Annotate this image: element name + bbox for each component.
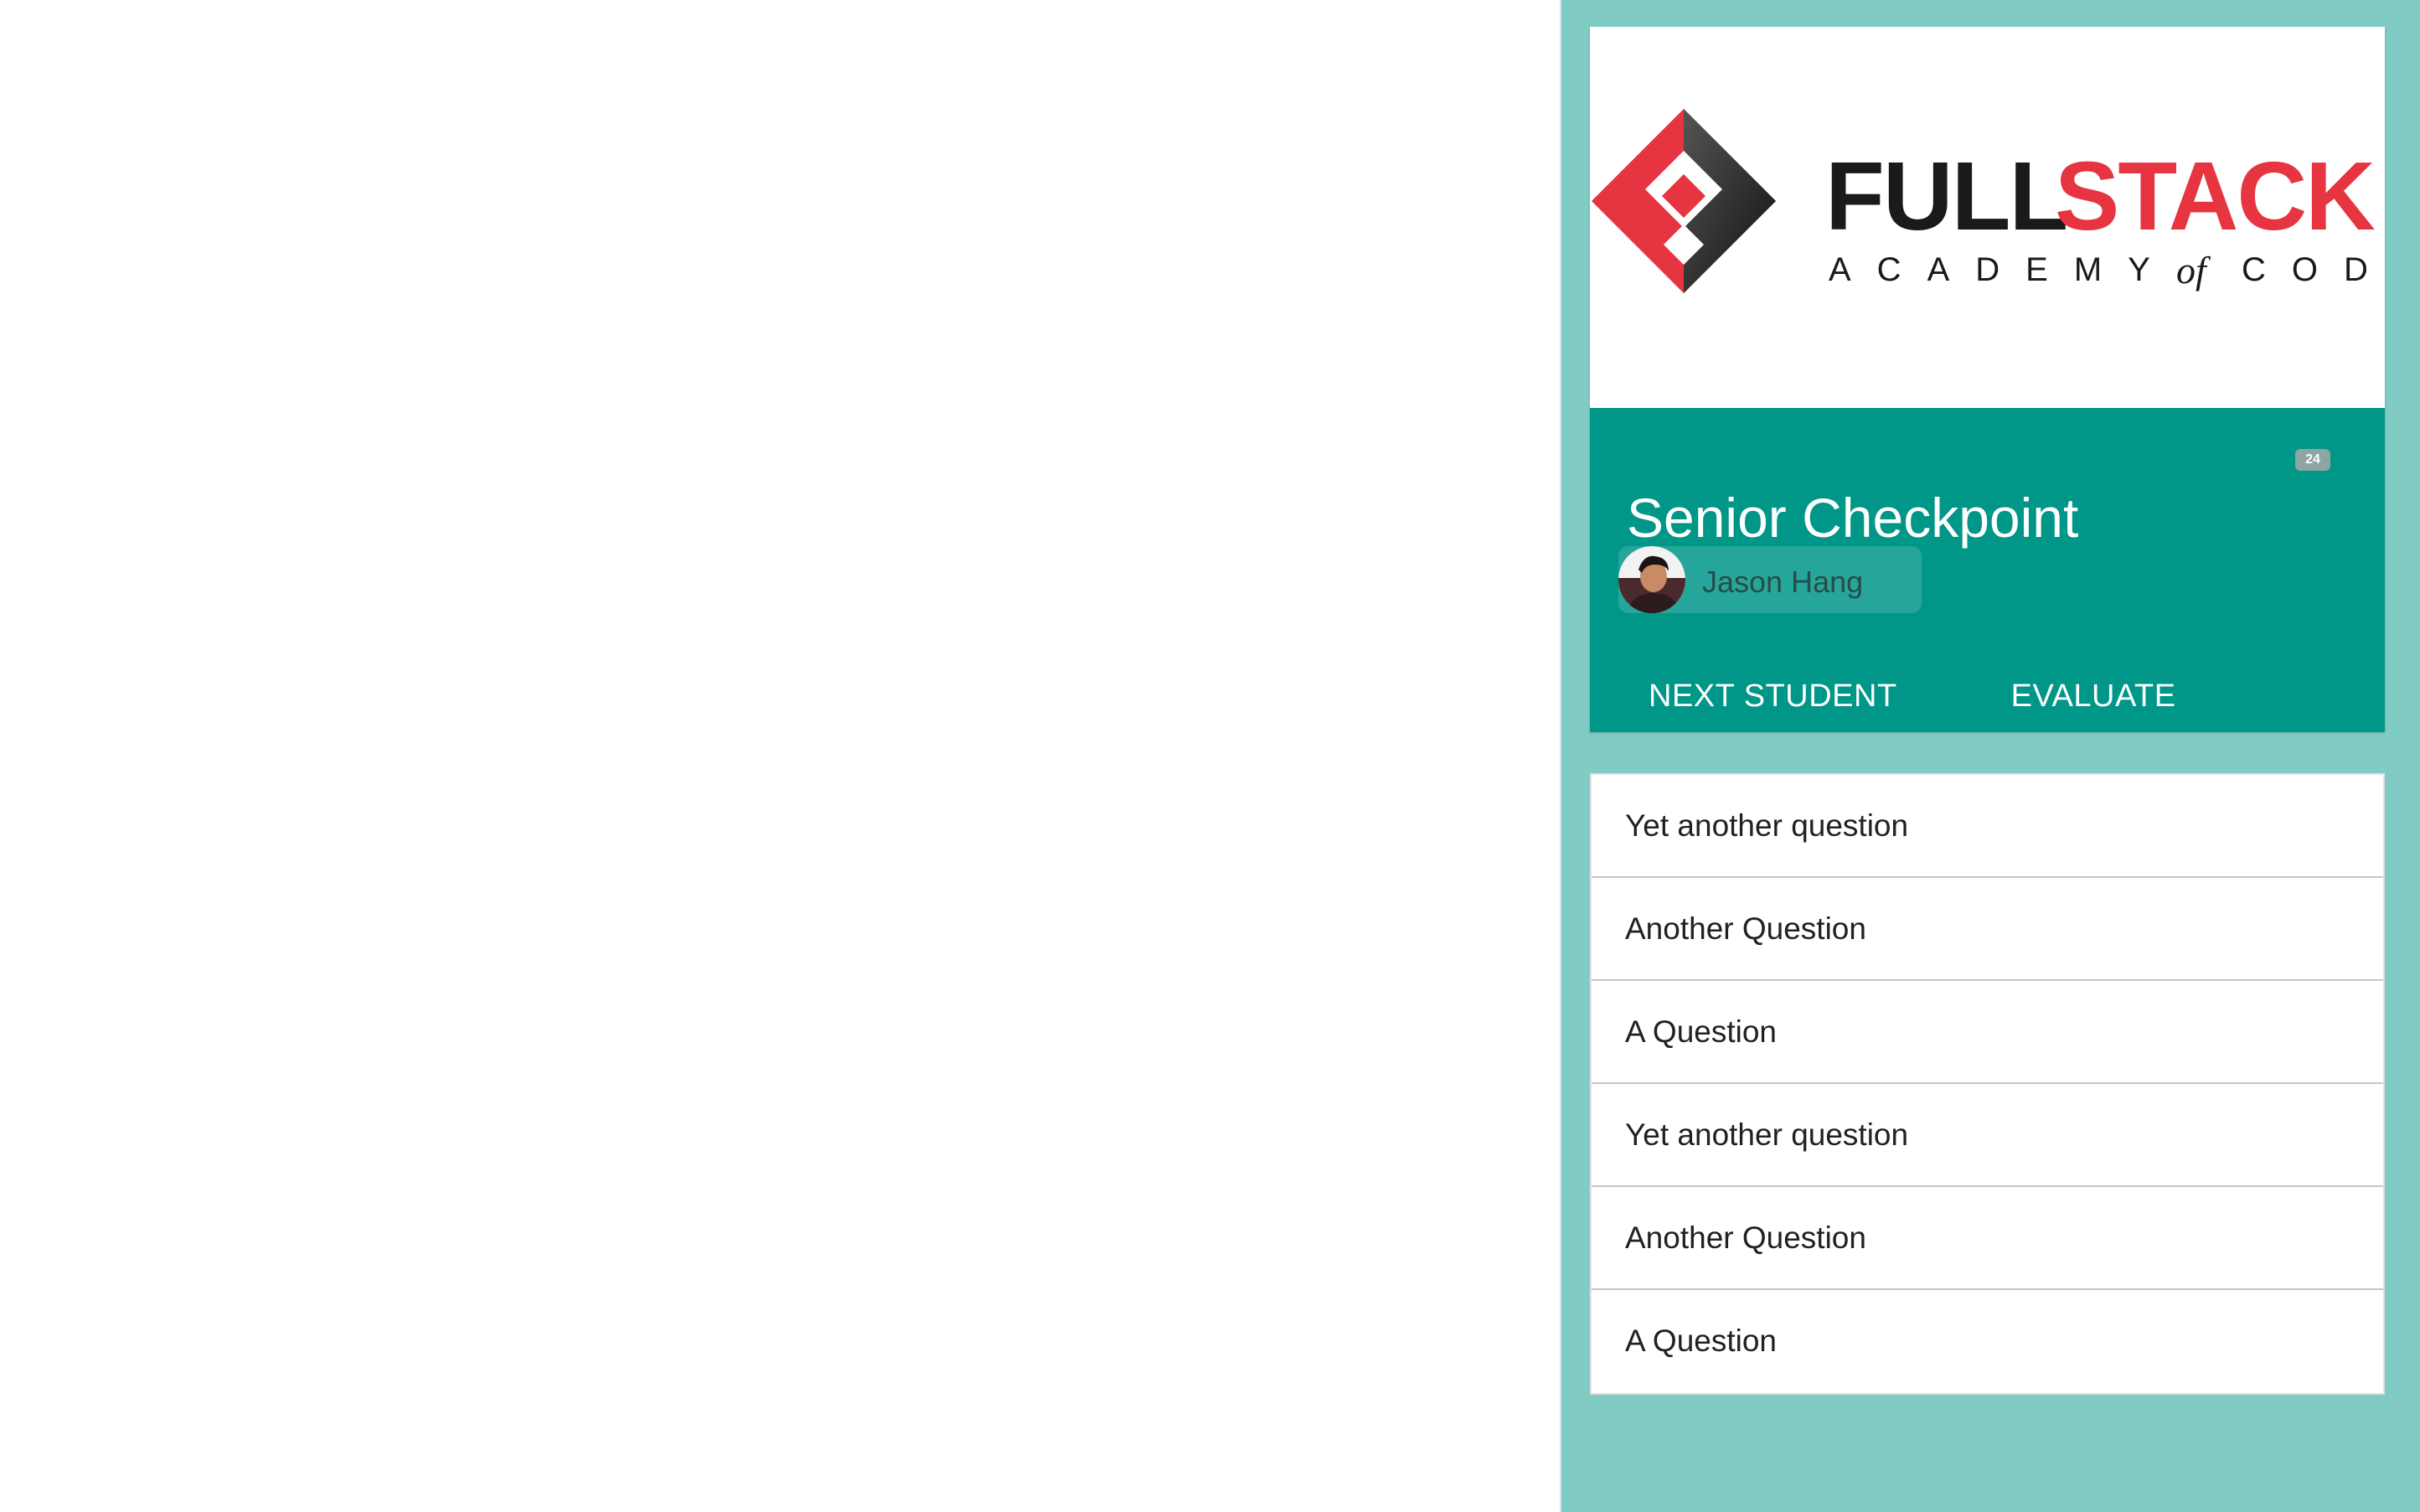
list-item[interactable]: Yet another question	[1592, 775, 2383, 878]
main-content-area	[0, 0, 1560, 1512]
list-item[interactable]: Another Question	[1592, 1187, 2383, 1290]
question-list: Yet another question Another Question A …	[1590, 773, 2385, 1395]
wordmark-stack-text: STACK	[2055, 142, 2375, 250]
page-title: Senior Checkpoint	[1627, 487, 2079, 549]
checkpoint-card: FULL STACK ACADEMY of CODE 24 Senior Che…	[1590, 27, 2385, 732]
user-chip[interactable]: Jason Hang	[1618, 546, 1922, 613]
card-header: 24 Senior Checkpoint Jason Hang NEXT STU…	[1590, 408, 2385, 732]
tagline-code-text: CODE	[2242, 251, 2385, 288]
count-badge: 24	[2295, 449, 2330, 471]
fullstack-logo: FULL STACK ACADEMY of CODE	[1592, 109, 2385, 293]
list-item[interactable]: Another Question	[1592, 878, 2383, 981]
tagline-academy-text: ACADEMY	[1829, 251, 2176, 288]
fullstack-mark-icon	[1592, 109, 1776, 293]
list-item[interactable]: Yet another question	[1592, 1084, 2383, 1187]
avatar	[1618, 546, 1685, 613]
side-panel: FULL STACK ACADEMY of CODE 24 Senior Che…	[1560, 0, 2420, 1512]
card-actions: NEXT STUDENT EVALUATE	[1627, 673, 2198, 720]
user-avatar-icon	[1618, 546, 1685, 613]
list-item[interactable]: A Question	[1592, 981, 2383, 1084]
evaluate-button[interactable]: EVALUATE	[1989, 673, 2198, 720]
next-student-button[interactable]: NEXT STUDENT	[1627, 673, 1919, 720]
card-logo-area: FULL STACK ACADEMY of CODE	[1590, 27, 2385, 408]
app-window: FULL STACK ACADEMY of CODE 24 Senior Che…	[0, 0, 2420, 1512]
user-name: Jason Hang	[1702, 565, 1864, 599]
wordmark-full-text: FULL	[1825, 142, 2067, 250]
list-item[interactable]: A Question	[1592, 1290, 2383, 1393]
tagline-of-text: of	[2176, 249, 2211, 292]
